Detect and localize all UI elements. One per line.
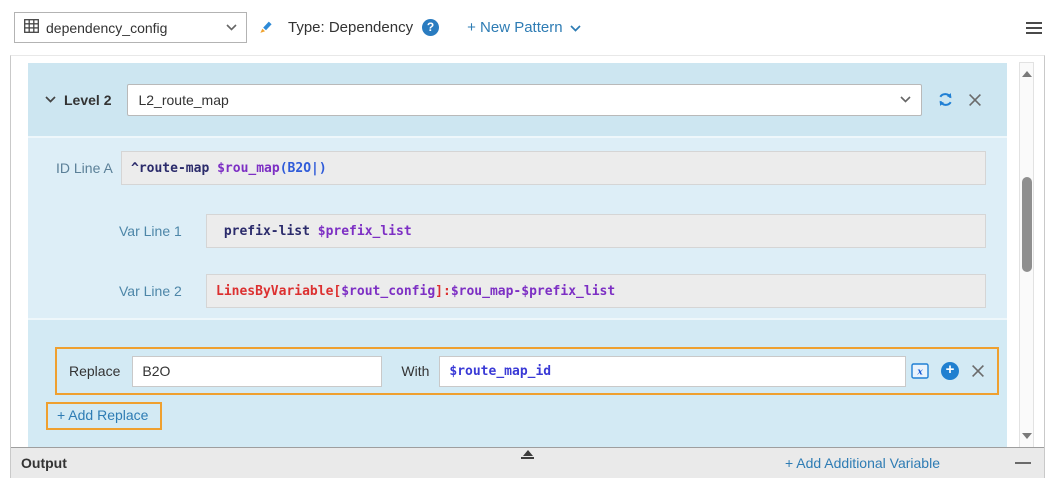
level-card: Level 2 L2_route_map ID Line A [28, 63, 1007, 447]
level-label: Level 2 [64, 92, 111, 108]
var-line-2-field[interactable]: LinesByVariable[$rout_config]:$rou_map-$… [206, 274, 986, 308]
scroll-down-arrow-icon[interactable] [1022, 433, 1032, 439]
var-line-2-row: Var Line 2 LinesByVariable[$rout_config]… [119, 274, 1007, 308]
id-line-a-label: ID Line A [56, 160, 121, 176]
chevron-down-icon [226, 24, 237, 31]
var-line-2-label: Var Line 2 [119, 283, 206, 299]
id-line-a-field[interactable]: ^route-map $rou_map(B2O|) [121, 151, 986, 185]
replace-row-actions: x + [911, 362, 985, 380]
add-replace-button[interactable]: + Add Replace [46, 402, 162, 430]
id-line-a-row: ID Line A ^route-map $rou_map(B2O|) [56, 151, 1007, 185]
pattern-lines-body: ID Line A ^route-map $rou_map(B2O|) Var … [28, 138, 1007, 320]
refresh-icon[interactable] [936, 90, 955, 109]
chevron-down-icon [570, 19, 581, 36]
pattern-editor-panel: Level 2 L2_route_map ID Line A [10, 55, 1045, 478]
scrollbar-thumb[interactable] [1022, 177, 1032, 272]
svg-text:x: x [916, 368, 923, 378]
level-header: Level 2 L2_route_map [28, 63, 1007, 138]
vertical-scrollbar[interactable] [1019, 62, 1034, 448]
output-label: Output [21, 455, 67, 471]
var-line-1-label: Var Line 1 [119, 223, 206, 239]
close-x-icon[interactable] [971, 364, 985, 378]
with-value: $route_map_id [449, 364, 551, 379]
replace-section: Replace With $route_map_id x + [28, 320, 1007, 447]
chevron-down-icon [900, 96, 911, 103]
with-input[interactable]: $route_map_id [439, 356, 906, 387]
with-label: With [401, 363, 429, 379]
toolbar: dependency_config Type: Dependency ? + N… [0, 0, 1048, 55]
collapse-chevron-icon[interactable] [45, 96, 56, 103]
minimize-minus-icon[interactable] [1015, 462, 1031, 464]
replace-row: Replace With $route_map_id x + [55, 347, 999, 395]
hamburger-menu-icon[interactable] [1026, 22, 1042, 34]
replace-input[interactable] [132, 356, 382, 387]
collapse-up-icon[interactable] [521, 450, 534, 459]
new-pattern-label: + New Pattern [467, 19, 562, 36]
help-icon[interactable]: ? [422, 19, 439, 36]
close-x-icon[interactable] [968, 93, 982, 107]
pattern-select-value: dependency_config [46, 20, 167, 36]
fx-variable-icon[interactable]: x [911, 363, 929, 379]
add-additional-variable-button[interactable]: + Add Additional Variable [785, 455, 940, 471]
level-pattern-select[interactable]: L2_route_map [127, 84, 922, 116]
replace-label: Replace [69, 363, 120, 379]
var-line-1-row: Var Line 1 prefix-list $prefix_list [119, 214, 1007, 248]
plus-circle-icon[interactable]: + [941, 362, 959, 380]
table-grid-icon [24, 19, 39, 36]
edit-pencil-icon[interactable] [257, 19, 274, 36]
type-label: Type: Dependency [288, 19, 413, 36]
var-line-1-field[interactable]: prefix-list $prefix_list [206, 214, 986, 248]
output-bar: Output + Add Additional Variable [11, 447, 1044, 478]
scroll-up-arrow-icon[interactable] [1022, 71, 1032, 77]
new-pattern-button[interactable]: + New Pattern [467, 19, 580, 36]
pattern-select-dropdown[interactable]: dependency_config [14, 12, 247, 43]
level-pattern-value: L2_route_map [138, 92, 228, 108]
